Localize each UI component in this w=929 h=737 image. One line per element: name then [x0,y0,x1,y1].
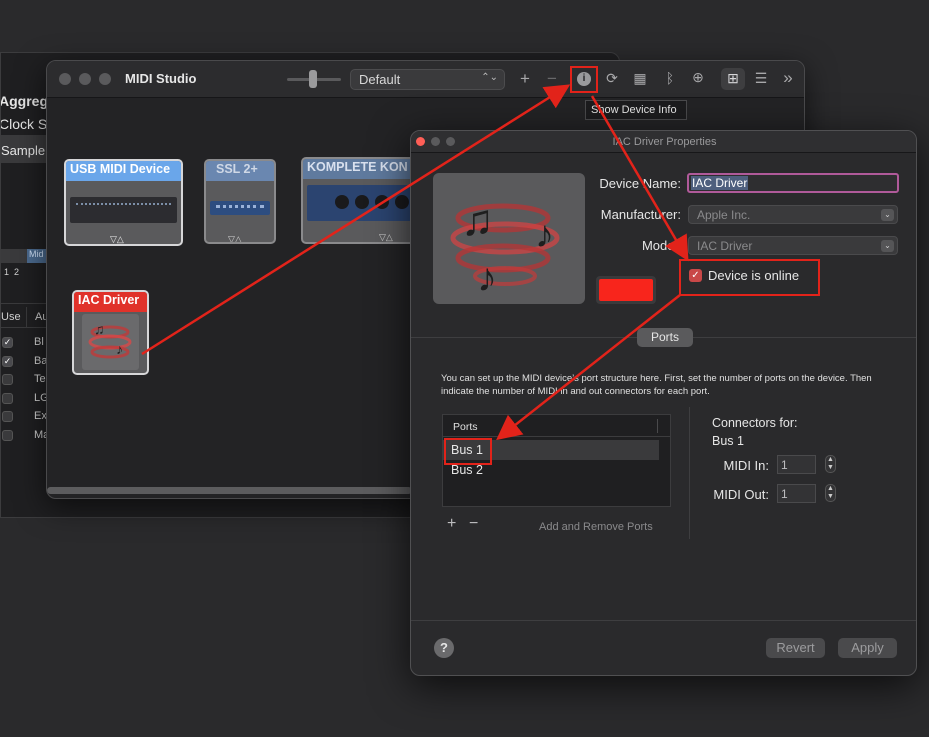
arrow-info-to-online [590,95,689,262]
arrow-iac-to-info [141,84,571,356]
arrow-online-to-bus1 [496,294,681,441]
annotation-arrows [141,84,689,441]
